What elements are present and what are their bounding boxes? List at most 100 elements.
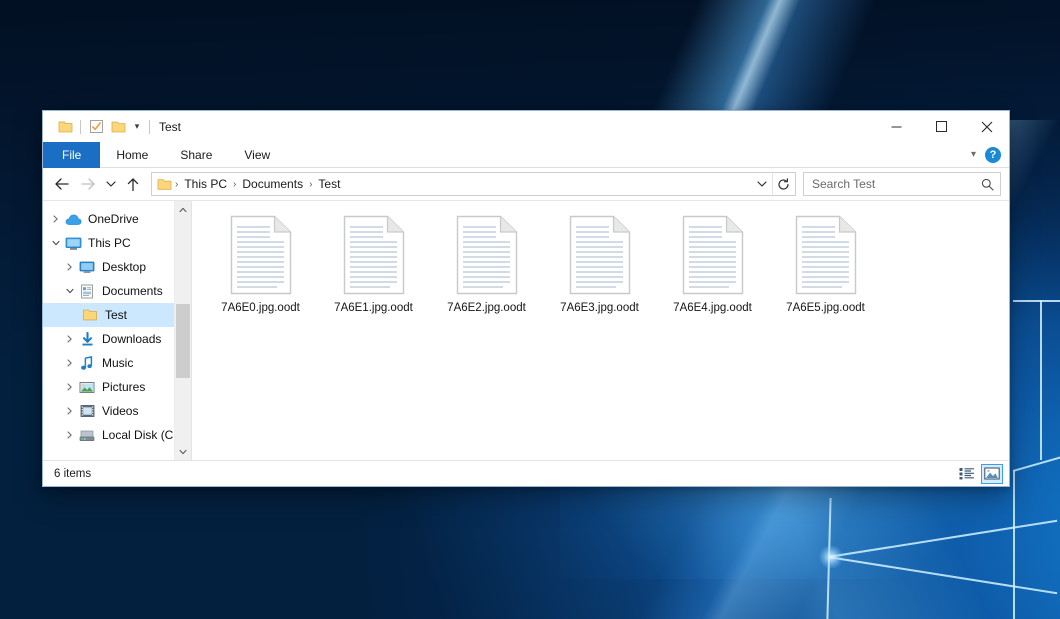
folder-icon[interactable] [54,116,76,138]
breadcrumb-item-this-pc[interactable]: This PC [179,177,232,191]
sidebar-item-onedrive[interactable]: OneDrive [43,207,191,231]
sidebar-item-videos[interactable]: Videos [43,399,191,423]
search-input[interactable]: Search Test [812,177,981,191]
sidebar-item-label: Documents [102,285,163,297]
details-view-button[interactable] [956,464,978,484]
breadcrumb-item-test[interactable]: Test [313,177,345,191]
sidebar-item-label: Videos [102,405,138,417]
item-count: 6 items [54,468,91,480]
file-grid: 7A6E0.jpg.oodt 7A6E1.j [204,211,1009,321]
sidebar-item-downloads[interactable]: Downloads [43,327,191,351]
file-name: 7A6E4.jpg.oodt [673,301,752,315]
scrollbar-track[interactable] [175,218,191,443]
sidebar-item-desktop[interactable]: Desktop [43,255,191,279]
sidebar-item-test[interactable]: Test [43,303,191,327]
address-bar[interactable]: › This PC › Documents › Test [151,172,796,196]
explorer-body: OneDrive This PC [43,200,1009,460]
chevron-right-icon[interactable] [61,255,78,279]
up-button[interactable] [120,171,146,197]
tab-file[interactable]: File [43,142,100,168]
file-name: 7A6E3.jpg.oodt [560,301,639,315]
wallpaper-seam-right-horizontal [1013,300,1060,302]
refresh-icon[interactable] [772,173,794,195]
chevron-right-icon[interactable] [47,207,64,231]
file-item[interactable]: 7A6E3.jpg.oodt [543,211,656,321]
search-box[interactable]: Search Test [803,172,1001,196]
cloud-icon [64,210,82,228]
breadcrumb-folder-icon [157,178,174,191]
document-icon [230,215,292,295]
chevron-right-icon[interactable] [61,375,78,399]
sidebar-item-documents[interactable]: Documents [43,279,191,303]
navigation-pane: OneDrive This PC [43,201,191,460]
minimize-button[interactable] [874,111,919,142]
close-button[interactable] [964,111,1009,142]
window-controls [874,111,1009,142]
sidebar-item-this-pc[interactable]: This PC [43,231,191,255]
document-icon [343,215,405,295]
pictures-icon [78,378,96,396]
sidebar-item-pictures[interactable]: Pictures [43,375,191,399]
chevron-right-icon[interactable] [61,351,78,375]
sidebar-item-label: OneDrive [88,213,139,225]
navigation-bar: › This PC › Documents › Test [43,168,1009,200]
status-bar: 6 items [43,460,1009,486]
file-item[interactable]: 7A6E4.jpg.oodt [656,211,769,321]
desktop-background: ▾ Test File Home Share View [0,0,1060,619]
ribbon-tab-strip: File Home Share View ▾ ? [43,142,1009,168]
title-bar: ▾ Test [43,111,1009,142]
scroll-down-icon[interactable] [175,443,191,460]
sidebar-item-local-disk-c[interactable]: Local Disk (C:) [43,423,191,447]
file-item[interactable]: 7A6E1.jpg.oodt [317,211,430,321]
sidebar-item-label: This PC [88,237,131,249]
file-item[interactable]: 7A6E0.jpg.oodt [204,211,317,321]
tab-view[interactable]: View [228,142,286,168]
folder-icon [81,306,99,324]
sidebar-item-label: Music [102,357,133,369]
file-item[interactable]: 7A6E2.jpg.oodt [430,211,543,321]
sidebar-item-music[interactable]: Music [43,351,191,375]
sidebar-item-label: Pictures [102,381,145,393]
sidebar-item-label: Test [105,309,127,321]
scrollbar-thumb[interactable] [176,304,190,378]
file-list-pane[interactable]: 7A6E0.jpg.oodt 7A6E1.j [192,201,1009,460]
chevron-right-icon[interactable] [61,423,78,447]
breadcrumb: › This PC › Documents › Test [157,177,752,191]
chevron-down-icon[interactable] [61,279,78,303]
wallpaper-seam-right-upper [1040,300,1042,460]
toolbar-divider [80,120,81,134]
wallpaper-beam-node [818,546,844,568]
tab-share[interactable]: Share [164,142,228,168]
file-explorer-window: ▾ Test File Home Share View [42,110,1010,487]
quick-access-toolbar: ▾ [43,116,154,138]
title-divider [149,120,150,134]
address-bar-controls [752,173,794,195]
file-item[interactable]: 7A6E5.jpg.oodt [769,211,882,321]
file-name: 7A6E1.jpg.oodt [334,301,413,315]
chevron-down-icon[interactable]: ▾ [129,116,145,138]
sidebar-item-label: Downloads [102,333,161,345]
chevron-right-icon[interactable] [61,327,78,351]
sidebar-item-label: Desktop [102,261,146,273]
view-toggle-group [956,464,1003,484]
chevron-right-icon[interactable] [61,399,78,423]
sidebar-scrollbar[interactable] [174,201,191,460]
help-icon[interactable]: ? [985,147,1001,163]
chevron-down-icon[interactable] [47,231,64,255]
maximize-button[interactable] [919,111,964,142]
search-icon[interactable] [981,178,994,191]
large-icons-view-button[interactable] [981,464,1003,484]
sidebar-item-label: Local Disk (C:) [102,429,181,441]
scroll-up-icon[interactable] [175,201,191,218]
new-folder-icon[interactable] [107,116,129,138]
breadcrumb-item-documents[interactable]: Documents [237,177,308,191]
tab-home[interactable]: Home [100,142,164,168]
chevron-down-icon[interactable] [752,173,772,195]
chevron-down-icon[interactable]: ▾ [971,149,976,160]
wallpaper-seam-right-lower [1013,470,1015,619]
properties-icon[interactable] [85,116,107,138]
forward-button[interactable] [75,171,101,197]
recent-locations-button[interactable] [101,171,120,197]
back-button[interactable] [49,171,75,197]
desktop-icon [78,258,96,276]
